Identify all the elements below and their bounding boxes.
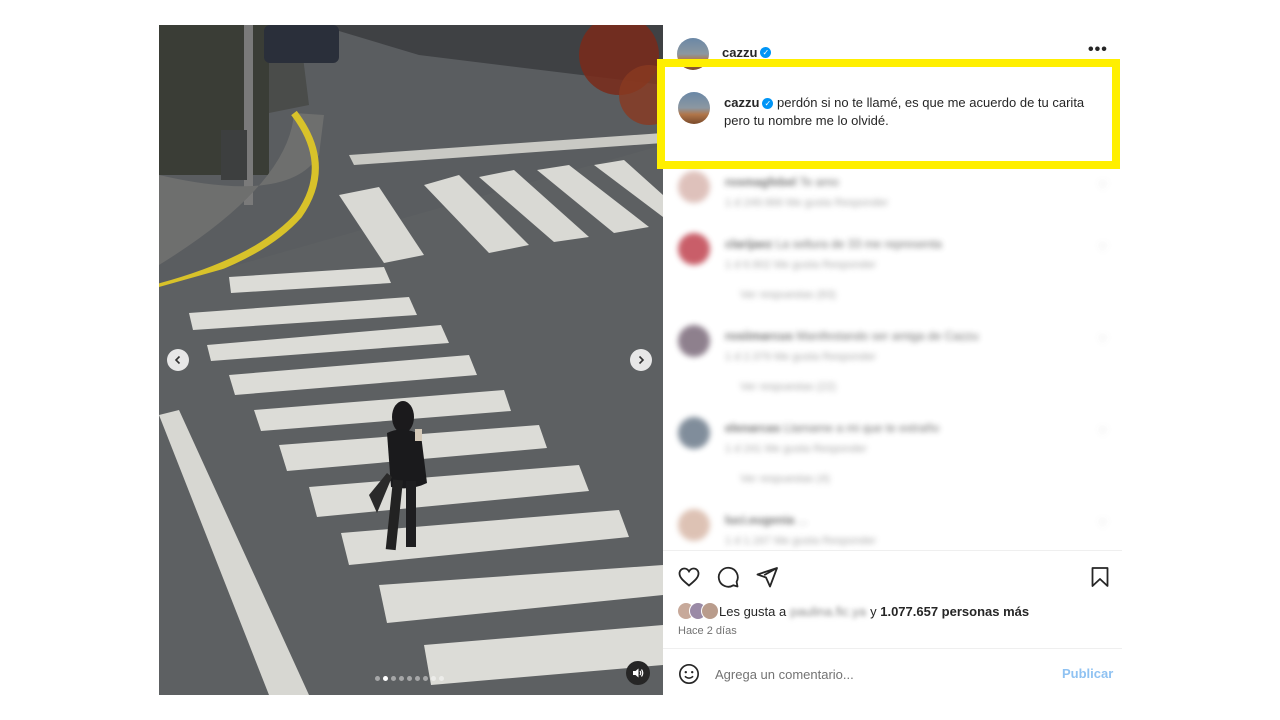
comment-line: clarijaez La sellura de 33 me representa xyxy=(725,237,942,251)
comment-meta: 1 d 6.902 Me gusta Responder xyxy=(725,259,876,271)
view-replies-link[interactable]: Ver respuestas (83) xyxy=(740,289,836,301)
likes-summary[interactable]: Les gusta a paulina.fic.ya y 1.077.657 p… xyxy=(677,602,1029,620)
comment-likes[interactable]: 241 Me gusta xyxy=(743,443,810,455)
comment-composer: Publicar xyxy=(663,648,1122,696)
comments-list: rosmagfebel Te amo 1 d 249.966 Me gusta R… xyxy=(663,169,1122,549)
commenter-username[interactable]: clarijaez xyxy=(725,237,772,251)
comment-reply[interactable]: Responder xyxy=(835,197,889,209)
author-username[interactable]: cazzu xyxy=(722,45,757,60)
comment-reply[interactable]: Responder xyxy=(822,351,876,363)
carousel-dot xyxy=(415,676,420,681)
comment-likes[interactable]: 249.966 Me gusta xyxy=(743,197,831,209)
liker-avatars xyxy=(677,602,719,620)
action-icons xyxy=(677,565,779,589)
comment-line: luci.eugenia ... xyxy=(725,513,808,527)
commenter-username[interactable]: luci.eugenia xyxy=(725,513,794,527)
comment-meta: 1 d 249.966 Me gusta Responder xyxy=(725,197,888,209)
comment-text: Te amo xyxy=(799,175,839,189)
instagram-post: cazzu ✓ ••• cazzu ✓ perdón si no te llamé,… xyxy=(159,25,1122,695)
commenter-username[interactable]: rosiimarcus xyxy=(725,329,793,343)
carousel-dot xyxy=(439,676,444,681)
post-side-panel: cazzu ✓ ••• cazzu ✓ perdón si no te llamé,… xyxy=(663,25,1122,695)
comment-time: 1 d xyxy=(725,535,741,547)
comment-like-icon[interactable]: ♡ xyxy=(1098,333,1108,346)
commenter-username[interactable]: rosmagfebel xyxy=(725,175,796,189)
view-replies-link[interactable]: Ver respuestas (4) xyxy=(740,473,830,485)
carousel-dots xyxy=(375,676,444,681)
comment-input[interactable] xyxy=(715,663,1035,685)
caption-text: perdón si no te llamé, es que me acuerdo… xyxy=(724,95,1085,128)
commenter-avatar[interactable] xyxy=(678,509,710,541)
carousel-dot xyxy=(431,676,436,681)
comment-like-icon[interactable]: ♡ xyxy=(1098,179,1108,192)
carousel-next-button[interactable] xyxy=(630,349,652,371)
likes-connector: y xyxy=(870,603,877,619)
publish-button[interactable]: Publicar xyxy=(1062,666,1113,681)
comment-text: ... xyxy=(797,513,808,527)
comment-line: rosiimarcus Manifestando ser amiga de Ca… xyxy=(725,329,979,343)
speaker-icon xyxy=(633,668,644,678)
comment-likes[interactable]: 2.379 Me gusta xyxy=(743,351,819,363)
carousel-dot xyxy=(375,676,380,681)
likes-count[interactable]: 1.077.657 personas más xyxy=(880,604,1029,619)
commenter-avatar[interactable] xyxy=(678,233,710,265)
bookmark-icon[interactable] xyxy=(1088,565,1112,589)
comment-time: 1 d xyxy=(725,259,741,271)
comment-line: elenarcas Llamame a mi que te extraño xyxy=(725,421,939,435)
caption-text-block: cazzu ✓ perdón si no te llamé, es que me … xyxy=(724,94,1094,130)
commenter-username[interactable]: elenarcas xyxy=(725,421,780,435)
author-avatar[interactable] xyxy=(677,38,709,70)
comment-text: Llamame a mi que te extraño xyxy=(783,421,940,435)
carousel-dot xyxy=(383,676,388,681)
comment-reply[interactable]: Responder xyxy=(822,535,876,547)
post-caption: cazzu ✓ perdón si no te llamé, es que me … xyxy=(663,77,1122,169)
comment-time: 1 d xyxy=(725,351,741,363)
comment-like-icon[interactable]: ♡ xyxy=(1098,241,1108,254)
author-name-row: cazzu ✓ xyxy=(722,44,772,62)
heart-icon[interactable] xyxy=(677,565,701,589)
commenter-avatar[interactable] xyxy=(678,325,710,357)
send-icon[interactable] xyxy=(755,565,779,589)
comment-text: Manifestando ser amiga de Cazzu xyxy=(796,329,979,343)
commenter-avatar[interactable] xyxy=(678,171,710,203)
comment-meta: 1 d 2.379 Me gusta Responder xyxy=(725,351,876,363)
comment-line: rosmagfebel Te amo xyxy=(725,175,839,189)
caption-username[interactable]: cazzu xyxy=(724,95,759,110)
verified-badge-icon: ✓ xyxy=(760,47,772,59)
caption-avatar[interactable] xyxy=(678,92,710,124)
comment-meta: 1 d 1.167 Me gusta Responder xyxy=(725,535,876,547)
post-date: Hace 2 días xyxy=(678,625,737,637)
comment-meta: 1 d 241 Me gusta Responder xyxy=(725,443,867,455)
chevron-right-icon xyxy=(638,355,645,365)
smiley-icon[interactable] xyxy=(678,663,700,685)
carousel-dot xyxy=(399,676,404,681)
comment-reply[interactable]: Responder xyxy=(813,443,867,455)
verified-badge-icon: ✓ xyxy=(762,98,774,110)
comment-time: 1 d xyxy=(725,197,741,209)
carousel-dot xyxy=(407,676,412,681)
liker-username[interactable]: paulina.fic.ya xyxy=(790,604,866,619)
comment-text: La sellura de 33 me representa xyxy=(775,237,942,251)
carousel-dot xyxy=(423,676,428,681)
comment-icon[interactable] xyxy=(716,565,740,589)
carousel-prev-button[interactable] xyxy=(167,349,189,371)
comment-reply[interactable]: Responder xyxy=(822,259,876,271)
view-replies-link[interactable]: Ver respuestas (22) xyxy=(740,381,836,393)
comment-likes[interactable]: 1.167 Me gusta xyxy=(743,535,819,547)
post-media[interactable] xyxy=(159,25,663,695)
commenter-avatar[interactable] xyxy=(678,417,710,449)
chevron-left-icon xyxy=(174,355,181,365)
audio-toggle-button[interactable] xyxy=(626,661,650,685)
carousel-dot xyxy=(391,676,396,681)
comment-likes[interactable]: 6.902 Me gusta xyxy=(743,259,819,271)
comment-like-icon[interactable]: ♡ xyxy=(1098,425,1108,438)
likes-prefix: Les gusta a xyxy=(719,603,787,619)
more-options-icon[interactable]: ••• xyxy=(1088,41,1108,59)
post-header: cazzu ✓ ••• xyxy=(663,25,1122,75)
comment-like-icon[interactable]: ♡ xyxy=(1098,517,1108,530)
comment-time: 1 d xyxy=(725,443,741,455)
post-actions: Les gusta a paulina.fic.ya y 1.077.657 p… xyxy=(663,550,1122,695)
street-photo xyxy=(159,25,663,695)
